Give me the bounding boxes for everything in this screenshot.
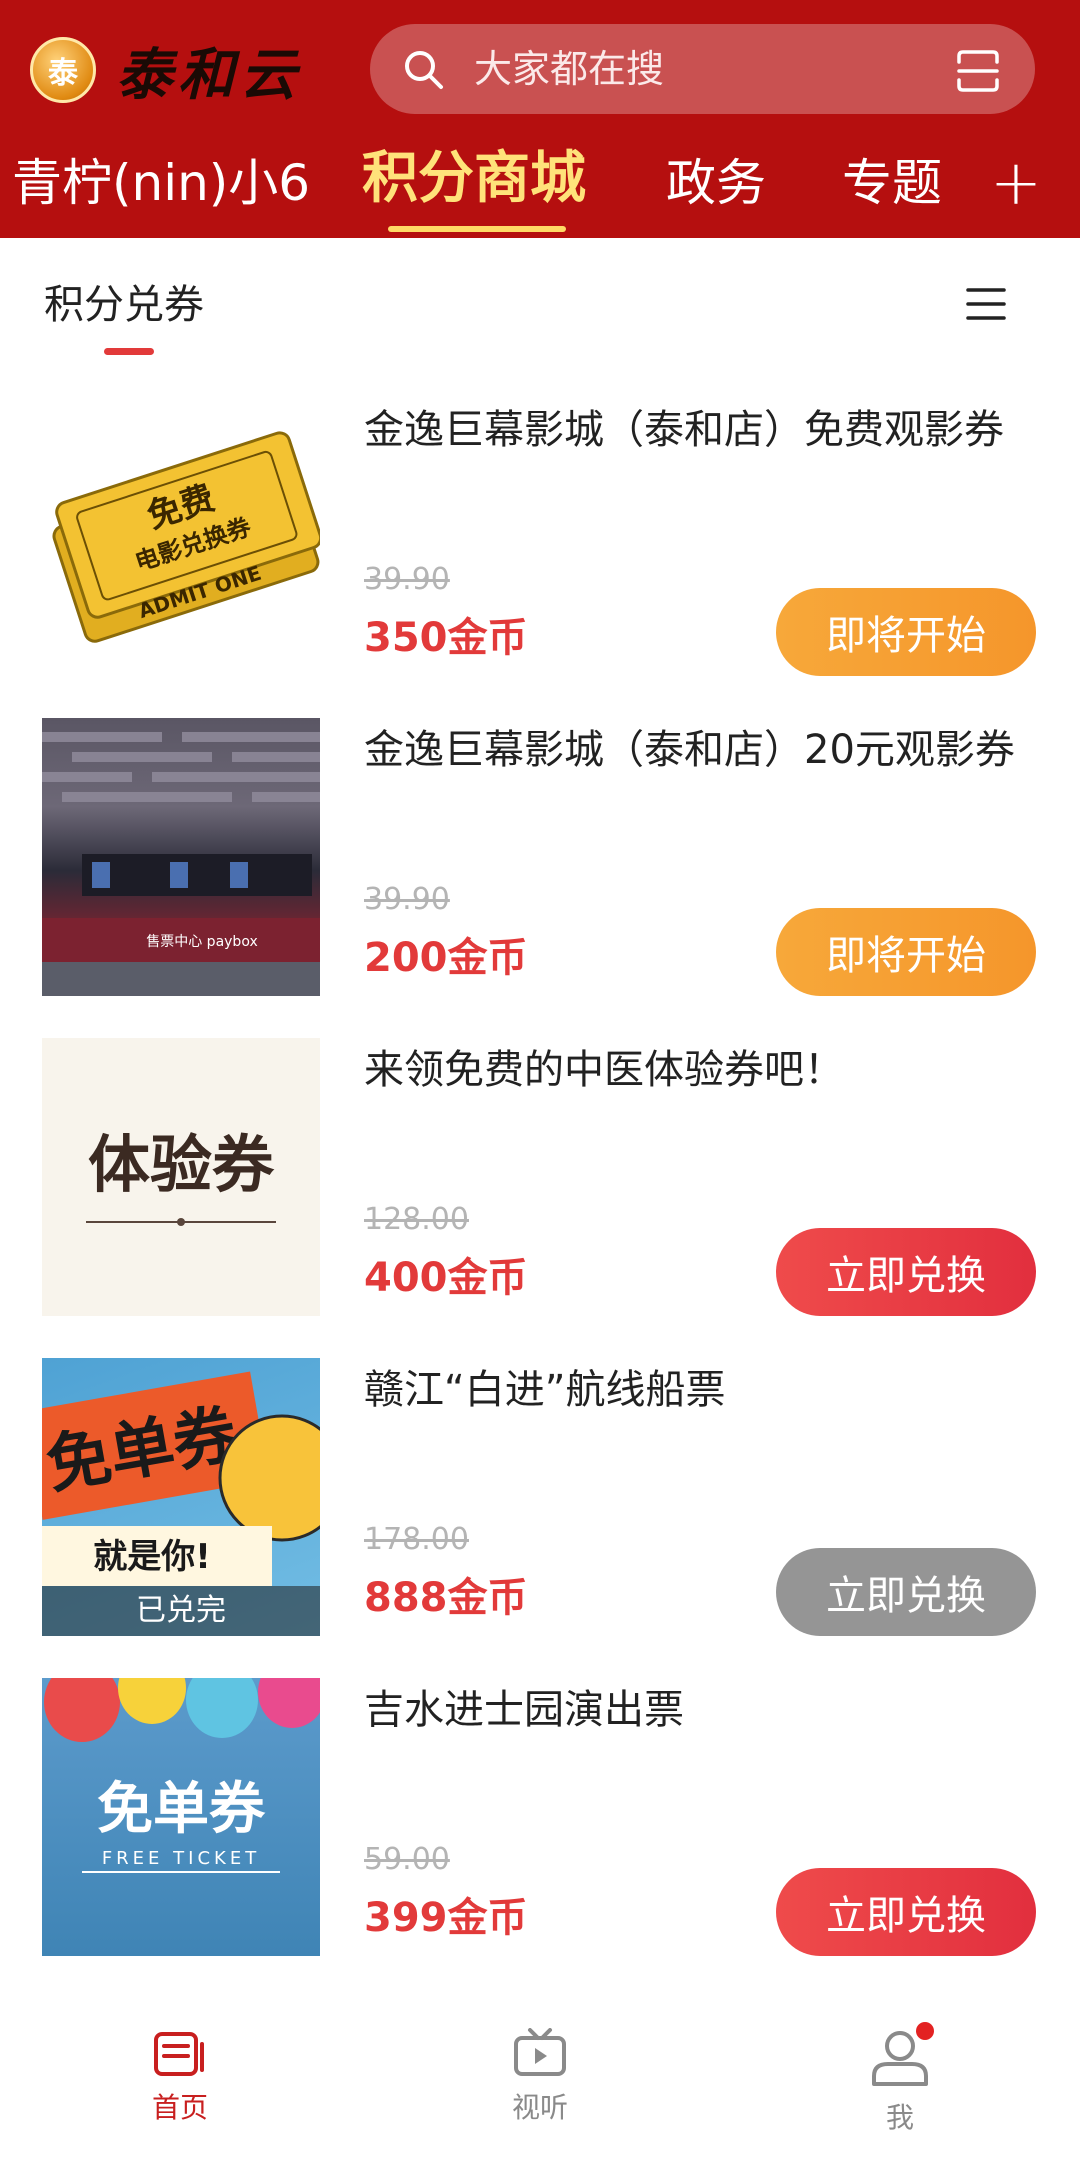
tab-media-label: 视听	[511, 2091, 568, 2124]
tab-profile-label: 我	[885, 2101, 914, 2134]
coupon-item[interactable]: 体验券 来领免费的中医体验券吧！ 128.00 400金币 立即兑换	[0, 1038, 1080, 1358]
coupon-item[interactable]: 免单券 就是你! 已兑完 赣江“白进”航线船票 178.00 888金币 立即兑…	[0, 1358, 1080, 1678]
coupon-item[interactable]: 售票中心 paybox 金逸巨幕影城（泰和店）20元观影券 39.90 200金…	[0, 718, 1080, 1038]
search-bar[interactable]: 大家都在搜	[370, 24, 1035, 114]
movie-ticket-icon: 免费 电影兑换券 ADMIT ONE	[52, 431, 320, 643]
coupon-thumbnail: 免费 电影兑换券 ADMIT ONE	[42, 398, 320, 676]
coming-soon-button[interactable]: 即将开始	[776, 908, 1036, 996]
original-price: 39.90	[364, 562, 450, 597]
coin-price: 888金币	[364, 1575, 528, 1621]
search-placeholder: 大家都在搜	[474, 47, 665, 91]
subtab-points-coupons[interactable]: 积分兑券	[44, 278, 204, 332]
free-ticket-image: 免单券 FREE TICKET	[44, 1678, 320, 1873]
coupon-thumbnail: 免单券 FREE TICKET	[42, 1678, 320, 1956]
redeem-now-button[interactable]: 立即兑换	[776, 1228, 1036, 1316]
coming-soon-button[interactable]: 即将开始	[776, 588, 1036, 676]
cinema-lobby-image: 售票中心 paybox	[42, 732, 320, 996]
tv-icon	[514, 2028, 566, 2076]
app-logo[interactable]: 泰 泰和云	[30, 32, 302, 108]
sub-tab-bar: 积分兑券	[0, 238, 1080, 368]
coin-price: 200金币	[364, 935, 528, 981]
sold-out-overlay: 已兑完	[42, 1586, 320, 1636]
free-ticket-sub-text: FREE TICKET	[102, 1848, 260, 1869]
logo-text: 泰和云	[116, 41, 302, 108]
coupon-thumbnail: 体验券	[42, 1038, 320, 1316]
coupon-title: 吉水进士园演出票	[364, 1687, 684, 1733]
nav-tab-points-mall[interactable]: 积分商城	[362, 144, 586, 214]
menu-icon[interactable]	[966, 284, 1006, 324]
coupon-title: 金逸巨幕影城（泰和店）免费观影券	[364, 407, 1004, 453]
original-price: 59.00	[364, 1842, 450, 1877]
add-channel-icon[interactable]: +	[990, 148, 1042, 218]
tab-media[interactable]: 视听	[460, 2028, 620, 2126]
app-header: 泰 泰和云 大家都在搜 青柠(nin)小6 积分商城 政务 专题 +	[0, 0, 1080, 238]
experience-coupon-image: 体验券	[86, 1128, 276, 1226]
notification-dot	[916, 2022, 934, 2040]
nav-tab-topics[interactable]: 专题	[842, 148, 942, 218]
original-price: 178.00	[364, 1522, 469, 1557]
tab-home[interactable]: 首页	[100, 2028, 260, 2126]
original-price: 39.90	[364, 882, 450, 917]
free-ticket-text: 免单券	[97, 1777, 266, 1842]
tab-profile[interactable]: 我	[820, 2022, 980, 2136]
search-icon	[405, 51, 443, 89]
coupon-thumbnail: 售票中心 paybox	[42, 718, 320, 996]
tab-home-label: 首页	[151, 2091, 208, 2124]
redeem-now-button[interactable]: 立即兑换	[776, 1868, 1036, 1956]
original-price: 128.00	[364, 1202, 469, 1237]
nav-tab-qingning[interactable]: 青柠(nin)小6	[12, 148, 310, 218]
coupon-title: 金逸巨幕影城（泰和店）20元观影券	[364, 727, 1015, 773]
channel-nav: 青柠(nin)小6 积分商城 政务 专题 +	[0, 138, 1080, 238]
coin-price: 399金币	[364, 1895, 528, 1941]
coin-price: 400金币	[364, 1255, 528, 1301]
coupon-item[interactable]: 免费 电影兑换券 ADMIT ONE 金逸巨幕影城（泰和店）免费观影券 39.9…	[0, 398, 1080, 718]
bottom-tab-bar: 首页 视听 我	[0, 1990, 1080, 2169]
free-coupon-sub-text: 就是你!	[93, 1537, 211, 1577]
experience-coupon-text: 体验券	[88, 1128, 275, 1201]
nav-tab-government[interactable]: 政务	[666, 148, 766, 218]
scan-icon[interactable]	[955, 48, 1001, 94]
logo-badge: 泰	[30, 37, 96, 103]
coin-price: 350金币	[364, 615, 528, 661]
subtab-active-indicator	[104, 348, 154, 355]
coupon-thumbnail: 免单券 就是你! 已兑完	[42, 1358, 320, 1636]
coupon-item[interactable]: 免单券 FREE TICKET 吉水进士园演出票 59.00 399金币 立即兑…	[0, 1678, 1080, 1998]
cinema-sign-text: 售票中心 paybox	[146, 934, 258, 950]
coupon-title: 来领免费的中医体验券吧！	[364, 1047, 844, 1093]
nav-active-indicator	[388, 226, 566, 232]
redeem-disabled-button[interactable]: 立即兑换	[776, 1548, 1036, 1636]
home-icon	[154, 2032, 204, 2076]
coupon-title: 赣江“白进”航线船票	[364, 1367, 726, 1413]
